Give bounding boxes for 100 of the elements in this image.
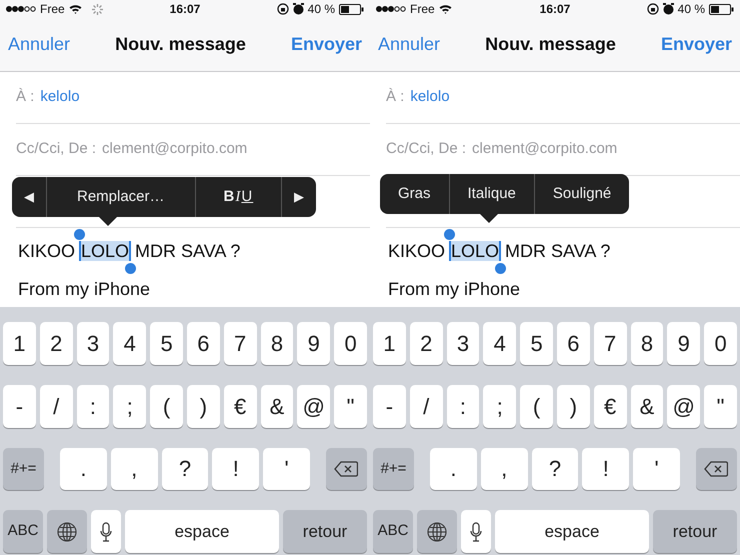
wifi-icon (438, 4, 452, 14)
mode-key[interactable]: #+= (3, 448, 44, 490)
menu-button[interactable]: Remplacer… (46, 177, 195, 217)
key[interactable]: 9 (667, 322, 700, 365)
cancel-button[interactable]: Annuler (8, 31, 70, 58)
screen-title: Nouv. message (115, 33, 246, 56)
key[interactable]: ; (113, 384, 146, 428)
selection-handle[interactable] (125, 263, 136, 274)
key[interactable]: : (446, 384, 480, 428)
key[interactable]: & (630, 384, 664, 428)
key[interactable]: , (110, 448, 158, 490)
key[interactable]: ! (582, 448, 630, 490)
key[interactable]: 8 (260, 322, 294, 365)
key[interactable]: 8 (630, 322, 664, 365)
key[interactable]: 4 (113, 322, 146, 365)
key[interactable]: 2 (410, 322, 443, 365)
key[interactable]: " (334, 384, 367, 428)
key[interactable]: 4 (483, 322, 516, 365)
selected-text: LOLO (79, 241, 132, 261)
microphone-icon (470, 522, 482, 542)
key[interactable]: 7 (594, 322, 627, 365)
menu-button[interactable]: Gras (380, 174, 449, 214)
key[interactable]: 1 (3, 322, 36, 365)
key[interactable]: & (260, 384, 294, 428)
carrier-name: Free (40, 1, 65, 18)
key[interactable]: 2 (40, 322, 73, 365)
key[interactable]: 0 (704, 322, 737, 365)
signal-icon (6, 5, 36, 13)
selection-handle[interactable] (444, 229, 456, 240)
space-key[interactable]: espace (125, 510, 279, 553)
globe-icon (427, 522, 447, 542)
key[interactable]: - (3, 384, 36, 428)
key[interactable]: " (704, 384, 737, 428)
battery-icon (339, 4, 364, 14)
delete-key[interactable] (326, 448, 367, 490)
arrow-button[interactable]: ▶ (281, 177, 316, 217)
recipient-value[interactable]: kelolo (410, 86, 450, 109)
key[interactable]: 7 (224, 322, 257, 365)
dictation-key[interactable] (461, 510, 491, 553)
send-button[interactable]: Envoyer (660, 31, 732, 58)
key[interactable]: / (410, 384, 443, 428)
key[interactable]: 6 (186, 322, 220, 365)
status-time: 16:07 (170, 1, 200, 18)
menu-button[interactable]: Souligné (534, 174, 630, 214)
microphone-icon (100, 522, 112, 542)
key[interactable]: 5 (520, 322, 553, 365)
format-button[interactable]: BIU (194, 177, 282, 217)
key[interactable]: 0 (334, 322, 367, 365)
body-text: MDR SAVA ? (135, 240, 240, 263)
space-key[interactable]: espace (495, 510, 649, 553)
key[interactable]: ? (162, 448, 208, 490)
arrow-button[interactable]: ◀ (12, 177, 46, 217)
key[interactable]: 3 (446, 322, 480, 365)
key[interactable]: . (60, 448, 107, 490)
status-time: 16:07 (540, 1, 570, 18)
key[interactable]: . (430, 448, 477, 490)
return-key[interactable]: retour (653, 510, 737, 553)
key[interactable]: ? (532, 448, 578, 490)
key[interactable]: € (594, 384, 627, 428)
key[interactable]: - (373, 384, 406, 428)
key[interactable]: 6 (556, 322, 590, 365)
key[interactable]: 9 (297, 322, 330, 365)
menu-button[interactable]: Italique (448, 174, 534, 214)
body-text: KIKOO (18, 240, 76, 263)
globe-key[interactable] (47, 510, 87, 553)
rotation-lock-icon (646, 3, 659, 15)
screen-title: Nouv. message (485, 33, 616, 56)
field-label: À : (16, 87, 34, 108)
body-text: MDR SAVA ? (505, 240, 610, 263)
selection-handle[interactable] (495, 263, 506, 274)
recipient-value[interactable]: kelolo (40, 86, 80, 109)
mode-key[interactable]: ABC (373, 510, 413, 553)
key[interactable]: @ (667, 384, 700, 428)
dictation-key[interactable] (91, 510, 121, 553)
cancel-button[interactable]: Annuler (378, 31, 440, 58)
key[interactable]: , (480, 448, 528, 490)
key[interactable]: ( (150, 384, 183, 428)
key[interactable]: 3 (76, 322, 110, 365)
globe-icon (57, 522, 77, 542)
delete-key[interactable] (696, 448, 737, 490)
send-button[interactable]: Envoyer (290, 31, 362, 58)
key[interactable]: @ (297, 384, 330, 428)
key[interactable]: ! (212, 448, 260, 490)
key[interactable]: ' (633, 448, 680, 490)
key[interactable]: ) (556, 384, 590, 428)
key[interactable]: ' (263, 448, 310, 490)
key[interactable]: / (40, 384, 73, 428)
mode-key[interactable]: ABC (3, 510, 43, 553)
wifi-icon (68, 4, 82, 14)
key[interactable]: ; (483, 384, 516, 428)
key[interactable]: : (76, 384, 110, 428)
key[interactable]: € (224, 384, 257, 428)
mode-key[interactable]: #+= (373, 448, 414, 490)
key[interactable]: 5 (150, 322, 183, 365)
key[interactable]: ( (520, 384, 553, 428)
selection-handle[interactable] (74, 229, 86, 240)
key[interactable]: ) (186, 384, 220, 428)
globe-key[interactable] (417, 510, 457, 553)
key[interactable]: 1 (373, 322, 406, 365)
return-key[interactable]: retour (283, 510, 367, 553)
